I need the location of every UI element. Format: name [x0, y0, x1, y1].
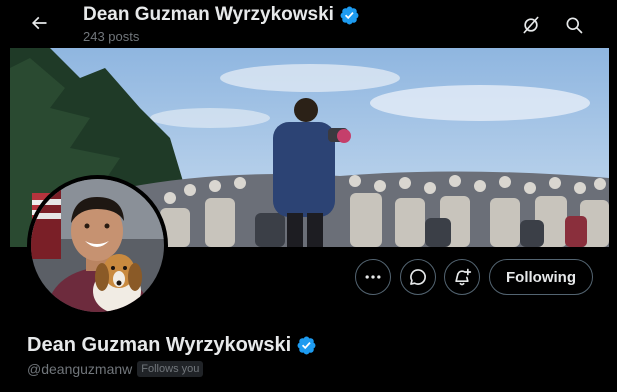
search-button[interactable]: [559, 10, 589, 40]
search-icon: [566, 17, 583, 34]
verified-badge-icon[interactable]: [296, 335, 317, 356]
display-name: Dean Guzman Wyrzykowski: [27, 334, 292, 356]
notifications-button[interactable]: [444, 259, 480, 295]
profile-header: Dean Guzman Wyrzykowski 243 posts: [10, 0, 609, 48]
back-button[interactable]: [24, 8, 54, 38]
follows-you-badge: Follows you: [137, 361, 204, 377]
profile-avatar[interactable]: [27, 175, 168, 316]
handle: @deanguzmanw: [27, 361, 133, 377]
arrow-left-icon: [31, 16, 47, 30]
more-horizontal-icon: [365, 275, 381, 279]
post-count: 243 posts: [83, 29, 140, 44]
handle-row: @deanguzmanw Follows you: [27, 361, 204, 377]
message-icon: [410, 269, 426, 285]
more-button[interactable]: [355, 259, 391, 295]
bell-plus-icon: [455, 268, 472, 286]
grok-icon: [523, 16, 539, 34]
profile-page: Dean Guzman Wyrzykowski 243 posts Follow…: [10, 0, 609, 392]
message-button[interactable]: [400, 259, 436, 295]
verified-badge-icon: [340, 6, 359, 24]
header-title: Dean Guzman Wyrzykowski: [83, 4, 360, 26]
grok-button[interactable]: [516, 10, 546, 40]
header-name: Dean Guzman Wyrzykowski: [83, 4, 334, 25]
following-button[interactable]: Following: [489, 259, 593, 295]
profile-name: Dean Guzman Wyrzykowski: [27, 334, 317, 357]
